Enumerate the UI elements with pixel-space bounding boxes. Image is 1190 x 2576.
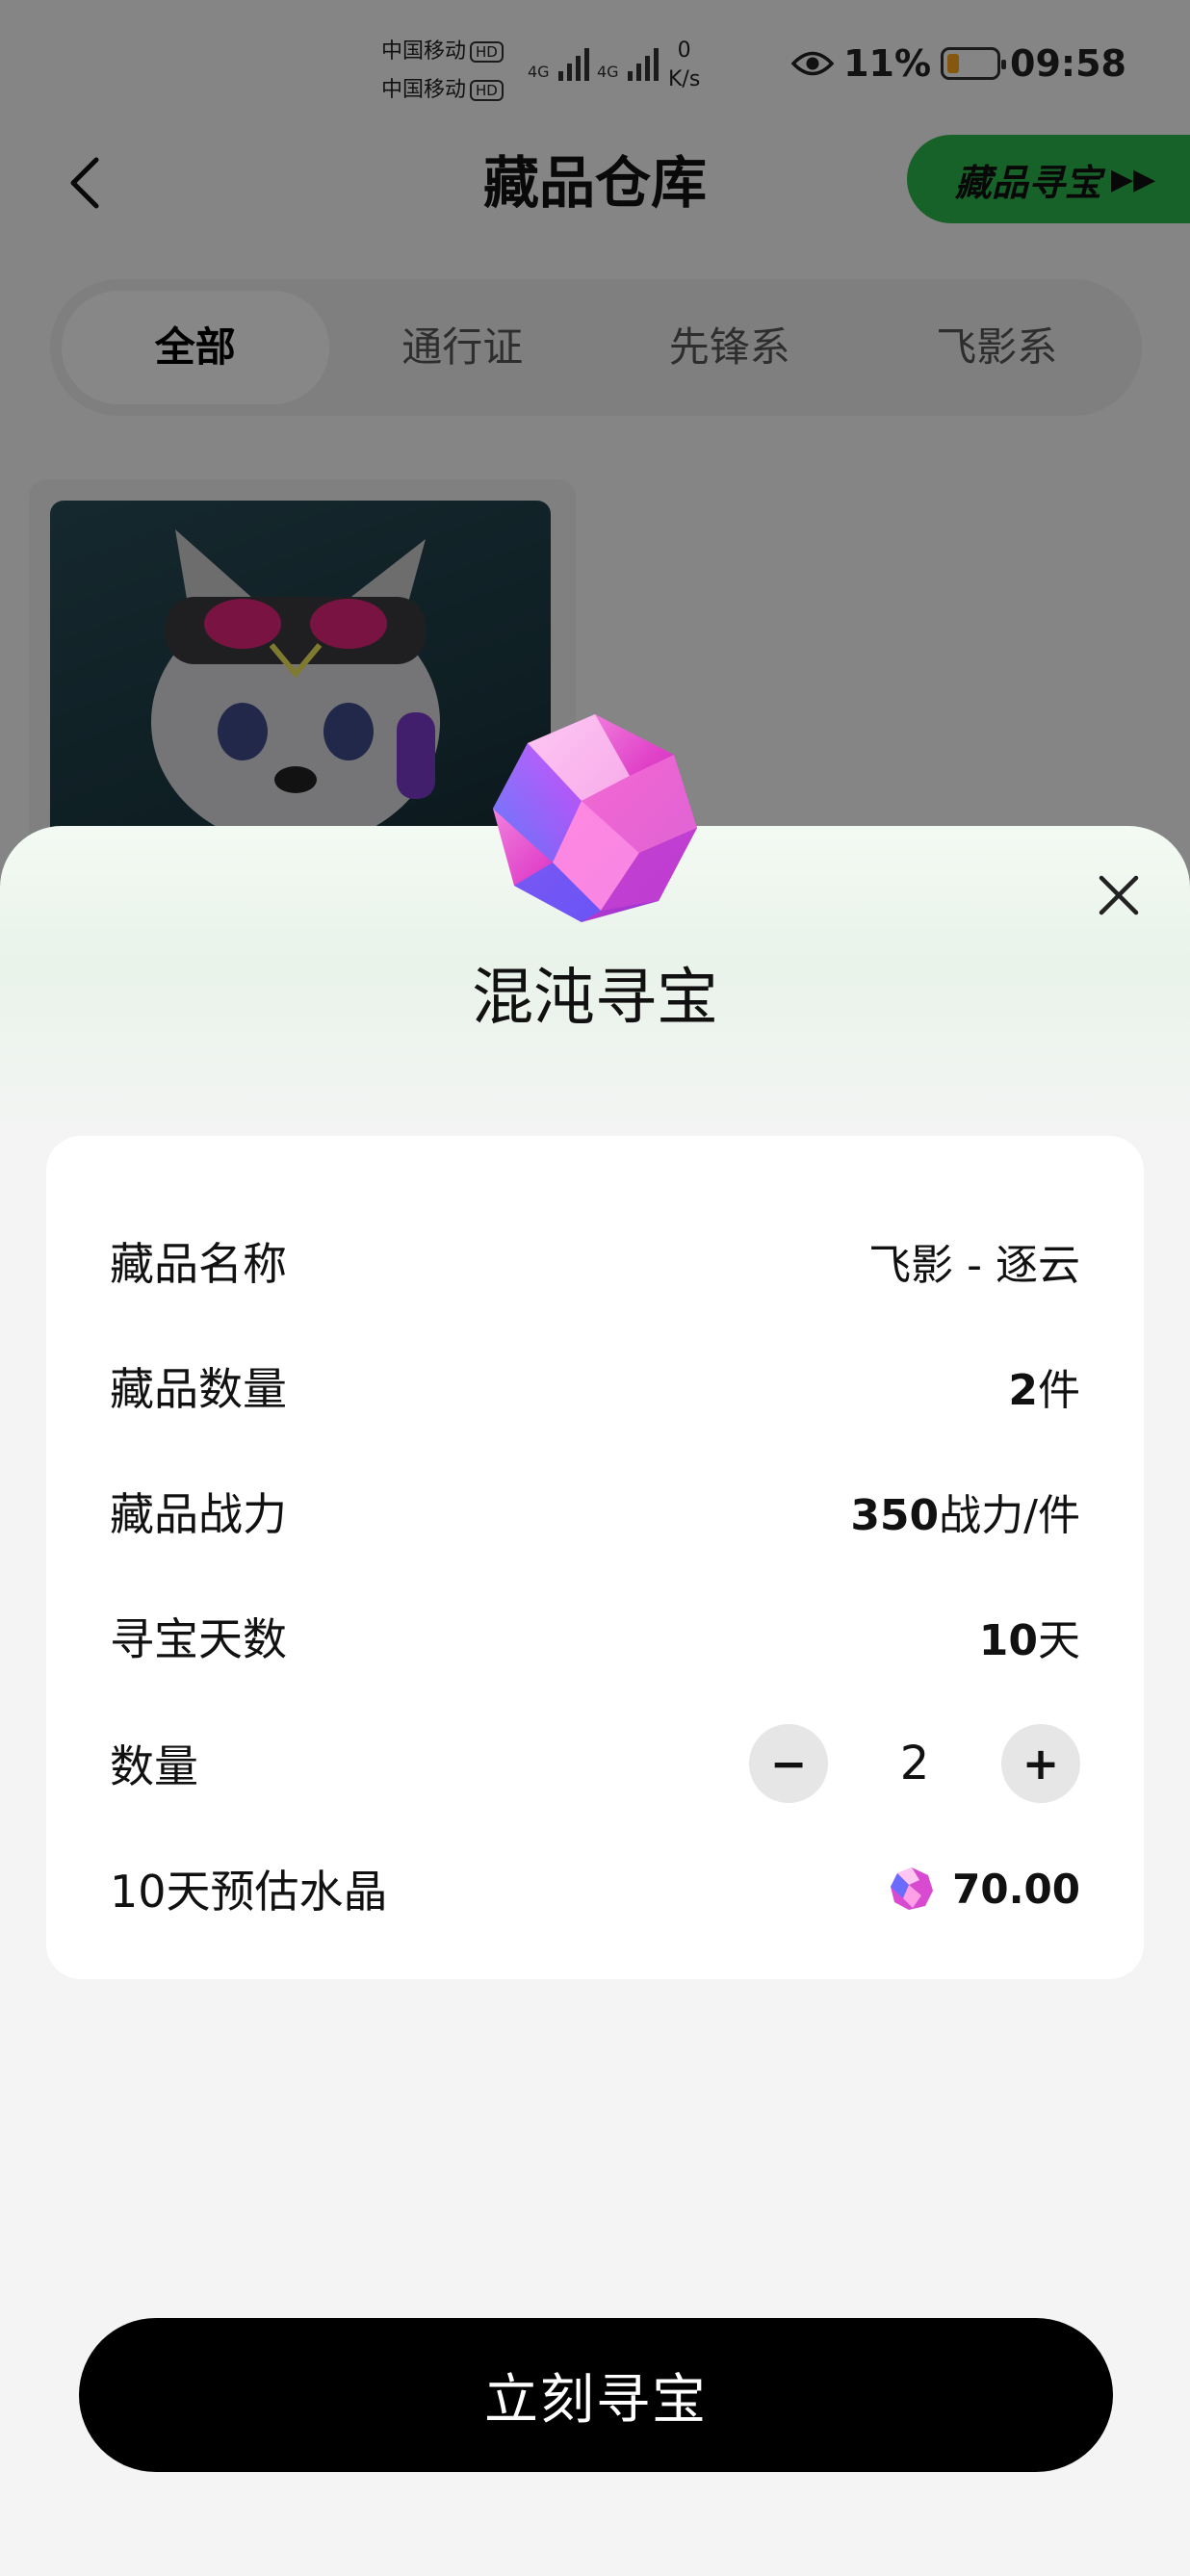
increment-button[interactable]: + — [1001, 1724, 1080, 1803]
crystal-gem-icon — [493, 714, 697, 922]
row-quantity: 数量 − 2 + — [110, 1724, 1080, 1803]
close-button[interactable] — [1090, 866, 1148, 924]
row-hunt-days: 寻宝天数 10天 — [110, 1598, 1080, 1675]
quantity-stepper: − 2 + — [749, 1724, 1080, 1803]
collectible-count-value: 2件 — [1008, 1366, 1080, 1415]
row-collectible-count: 藏品数量 2件 — [110, 1348, 1080, 1425]
crystal-icon — [891, 1868, 934, 1910]
close-icon — [1099, 875, 1139, 915]
hunt-days-value: 10天 — [978, 1616, 1080, 1665]
estimated-crystal-value: 70.00 — [889, 1866, 1080, 1913]
sheet-title: 混沌寻宝 — [472, 963, 718, 1034]
collectible-power-value: 350战力/件 — [850, 1491, 1080, 1540]
start-hunt-button[interactable]: 立刻寻宝 — [79, 2318, 1113, 2472]
quantity-value: 2 — [899, 1737, 930, 1790]
hunt-info-card: 藏品名称 飞影 - 逐云 藏品数量 2件 藏品战力 350战力/件 寻宝天数 1… — [46, 1136, 1144, 1979]
row-estimated-crystal: 10天预估水晶 70.00 — [110, 1865, 1080, 1919]
decrement-button[interactable]: − — [749, 1724, 828, 1803]
row-collectible-name: 藏品名称 飞影 - 逐云 — [110, 1223, 1080, 1300]
row-collectible-power: 藏品战力 350战力/件 — [110, 1473, 1080, 1550]
collectible-name-value: 飞影 - 逐云 — [868, 1241, 1080, 1290]
